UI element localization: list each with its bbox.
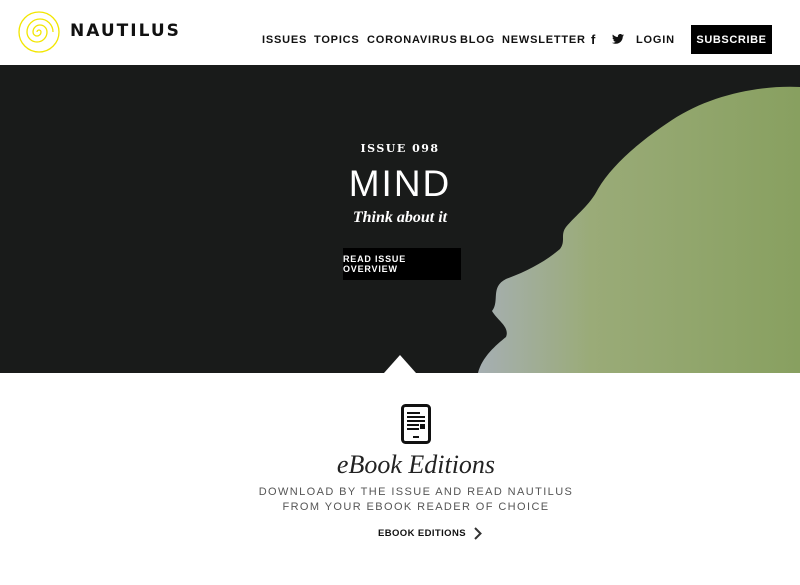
read-issue-overview-button[interactable]: READ ISSUE OVERVIEW — [343, 248, 461, 280]
chevron-right-icon — [474, 526, 482, 540]
nav-item-issues[interactable]: ISSUES — [262, 34, 307, 46]
nav-item-coronavirus[interactable]: CORONAVIRUS — [367, 34, 458, 46]
spiral-logo-icon[interactable] — [16, 9, 62, 55]
brand-name[interactable]: NAUTILUS — [70, 21, 181, 41]
site-header: NAUTILUS ISSUES TOPICS CORONAVIRUS BLOG … — [0, 0, 800, 65]
ebook-editions-label: EBOOK EDITIONS — [378, 527, 466, 539]
nav-item-newsletter[interactable]: NEWSLETTER — [502, 34, 586, 46]
facebook-icon[interactable]: f — [591, 32, 595, 47]
subscribe-button[interactable]: SUBSCRIBE — [691, 25, 772, 54]
nav-item-topics[interactable]: TOPICS — [314, 34, 360, 46]
ebook-reader-icon — [401, 404, 431, 444]
issue-number: ISSUE 098 — [360, 142, 440, 155]
twitter-icon[interactable] — [612, 34, 624, 44]
login-link[interactable]: LOGIN — [636, 34, 675, 46]
nav-item-blog[interactable]: BLOG — [460, 34, 495, 46]
issue-title[interactable]: MIND — [0, 163, 800, 205]
issue-subtitle: Think about it — [352, 209, 448, 226]
ebook-section-title: eBook Editions — [336, 450, 496, 479]
ebook-editions-link[interactable]: EBOOK EDITIONS — [378, 524, 482, 542]
section-notch — [384, 355, 416, 373]
ebook-description: DOWNLOAD BY THE ISSUE AND READ NAUTILUS … — [258, 486, 574, 513]
issue-hero: ISSUE 098 MIND Think about it READ ISSUE… — [0, 65, 800, 373]
